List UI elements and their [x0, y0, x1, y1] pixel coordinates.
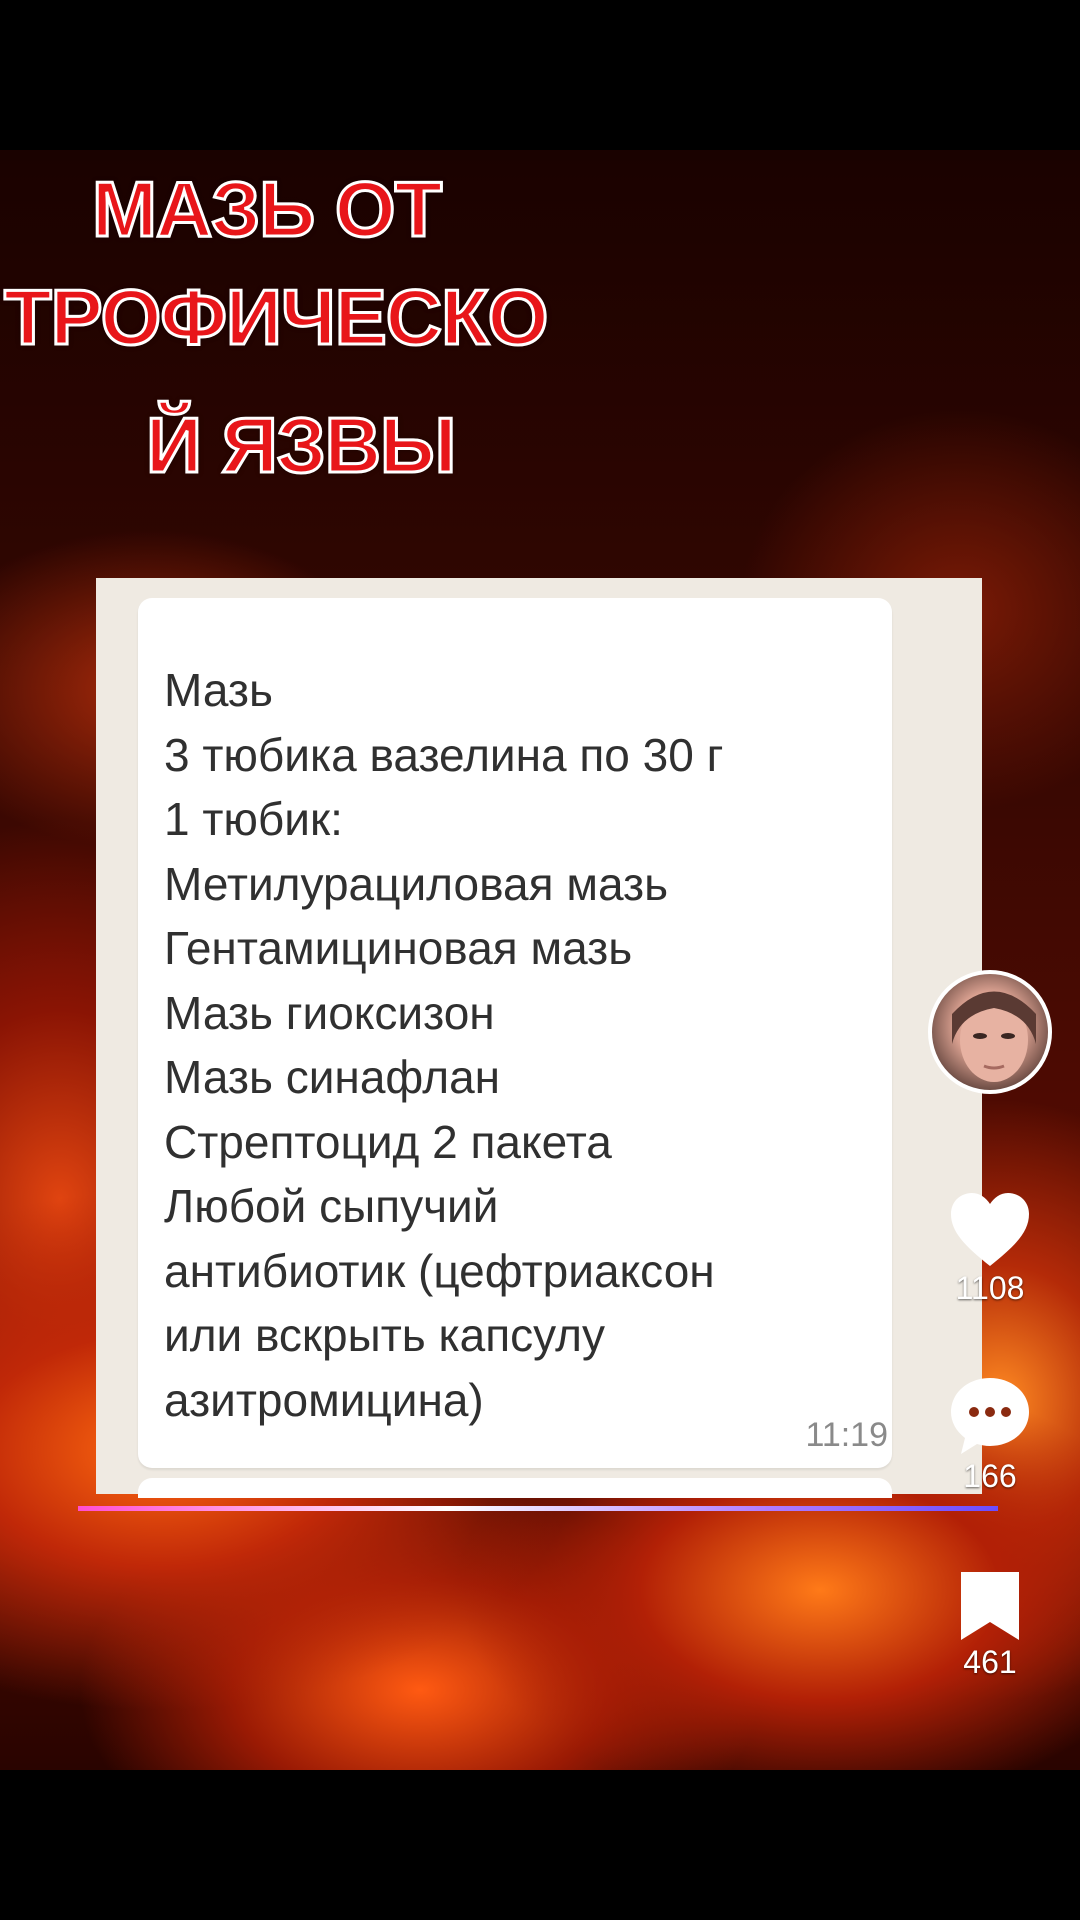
- comment-bubble-icon: [951, 1378, 1029, 1454]
- bookmark-count: 461: [963, 1644, 1017, 1680]
- author-avatar[interactable]: [928, 970, 1052, 1094]
- next-message-bubble: [138, 1478, 892, 1498]
- message-text: Мазь 3 тюбика вазелина по 30 г 1 тюбик: …: [164, 664, 724, 1426]
- bookmark-icon: [961, 1572, 1019, 1640]
- video-progress-bar[interactable]: [78, 1506, 998, 1511]
- chat-screenshot: Мазь 3 тюбика вазелина по 30 г 1 тюбик: …: [96, 578, 982, 1498]
- message-time: 11:19: [805, 1416, 888, 1454]
- bookmark-button[interactable]: 461: [940, 1568, 1040, 1681]
- video-player[interactable]: Мазь 3 тюбика вазелина по 30 г 1 тюбик: …: [0, 150, 1080, 1770]
- heart-icon: [951, 1193, 1029, 1266]
- comment-button[interactable]: 166: [940, 1374, 1040, 1495]
- like-button[interactable]: 1108: [940, 1190, 1040, 1307]
- video-title-line-3: Й ЯЗВЫ: [144, 401, 457, 489]
- like-count: 1108: [955, 1270, 1025, 1306]
- video-title-line-2: ТРОФИЧЕСКО: [2, 273, 549, 361]
- video-title-line-1: МАЗЬ ОТ: [90, 165, 443, 253]
- comment-count: 166: [963, 1458, 1017, 1494]
